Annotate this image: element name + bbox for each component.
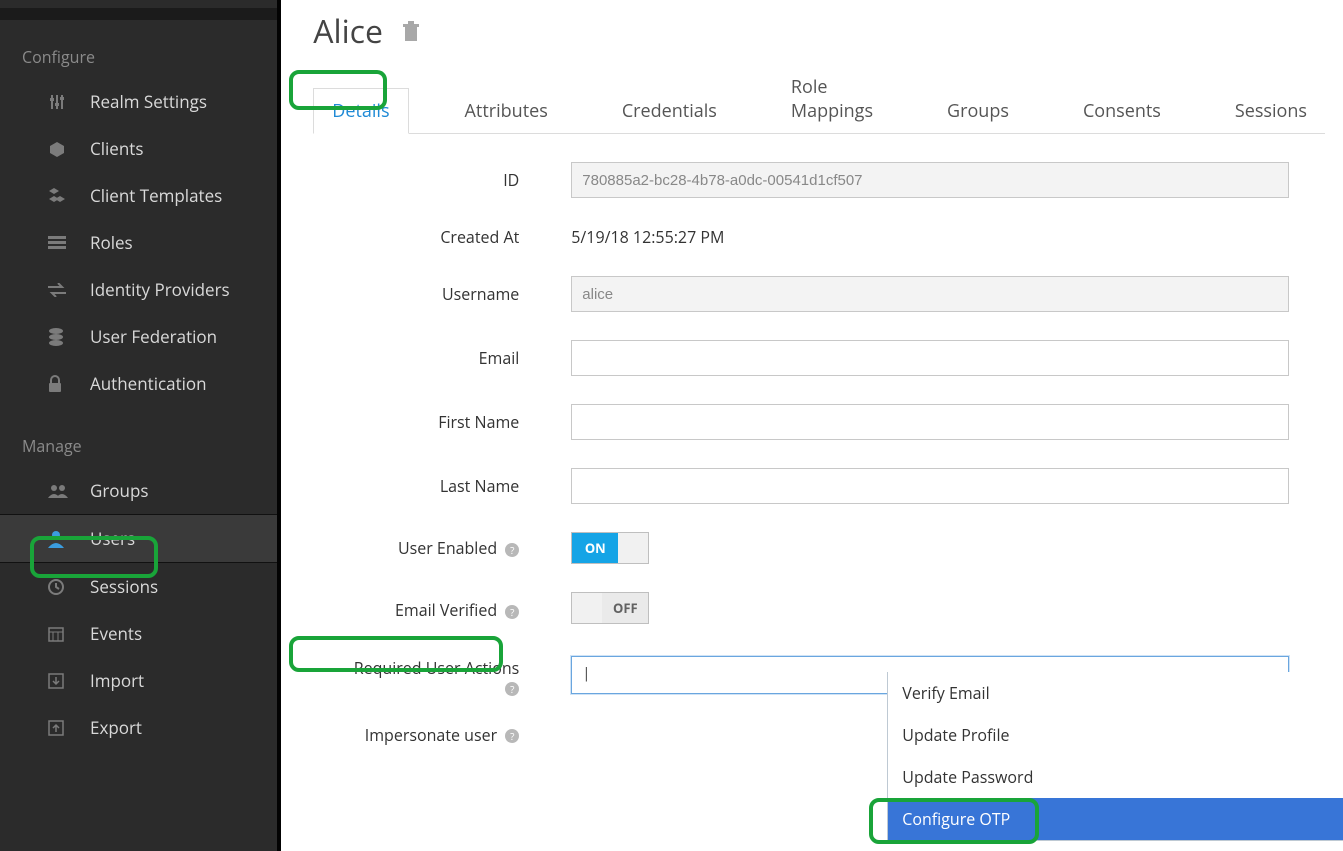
- sidebar-item-export[interactable]: Export: [0, 704, 277, 751]
- tab-attributes[interactable]: Attributes: [447, 89, 566, 133]
- tab-sessions[interactable]: Sessions: [1217, 89, 1325, 133]
- dropdown-item-configure-otp[interactable]: Configure OTP: [888, 798, 1343, 840]
- sidebar-item-roles[interactable]: Roles: [0, 219, 277, 266]
- help-icon[interactable]: ?: [505, 543, 519, 557]
- sidebar-item-label: Client Templates: [90, 184, 222, 207]
- sidebar-item-import[interactable]: Import: [0, 657, 277, 704]
- field-email[interactable]: [571, 340, 1289, 376]
- tab-credentials[interactable]: Credentials: [604, 89, 735, 133]
- field-first-name[interactable]: [571, 404, 1289, 440]
- calendar-icon: [48, 626, 70, 642]
- database-icon: [48, 328, 70, 346]
- sidebar-item-authentication[interactable]: Authentication: [0, 360, 277, 407]
- trash-icon[interactable]: [401, 21, 421, 43]
- label-email: Email: [313, 347, 529, 369]
- help-icon[interactable]: ?: [505, 605, 519, 619]
- main-content: Alice Details Attributes Credentials Rol…: [281, 0, 1343, 851]
- sidebar-item-label: Groups: [90, 479, 148, 502]
- sidebar-item-clients[interactable]: Clients: [0, 125, 277, 172]
- sidebar-item-label: Authentication: [90, 372, 207, 395]
- sidebar-section-configure: Configure: [0, 40, 277, 78]
- sidebar-item-label: Roles: [90, 231, 133, 254]
- toggle-handle: [572, 593, 602, 623]
- dropdown-item-verify-email[interactable]: Verify Email: [888, 672, 1343, 714]
- sidebar-item-label: Events: [90, 622, 142, 645]
- sidebar-item-label: Sessions: [90, 575, 158, 598]
- sidebar: Configure Realm Settings Clients Client …: [0, 0, 281, 851]
- sidebar-item-identity-providers[interactable]: Identity Providers: [0, 266, 277, 313]
- sidebar-topstrip: [0, 8, 277, 20]
- label-created: Created At: [313, 226, 529, 248]
- sidebar-item-label: Realm Settings: [90, 90, 207, 113]
- lock-icon: [48, 375, 70, 393]
- sidebar-item-label: Import: [90, 669, 144, 692]
- toggle-email-verified[interactable]: OFF: [571, 592, 649, 624]
- sidebar-item-label: Export: [90, 716, 142, 739]
- exchange-icon: [48, 283, 70, 297]
- label-first-name: First Name: [313, 411, 529, 433]
- tab-role-mappings[interactable]: Role Mappings: [773, 65, 891, 133]
- field-last-name[interactable]: [571, 468, 1289, 504]
- clock-icon: [48, 579, 70, 595]
- sidebar-item-users[interactable]: Users: [0, 514, 277, 563]
- sidebar-item-realm-settings[interactable]: Realm Settings: [0, 78, 277, 125]
- dropdown-item-update-password[interactable]: Update Password: [888, 756, 1343, 798]
- tab-consents[interactable]: Consents: [1065, 89, 1179, 133]
- label-email-verified: Email Verified ?: [313, 599, 529, 621]
- import-icon: [48, 673, 70, 689]
- export-icon: [48, 720, 70, 736]
- label-required-actions-text: Required User Actions: [354, 657, 520, 679]
- label-required-actions: Required User Actions ?: [313, 656, 529, 696]
- group-icon: [48, 484, 70, 498]
- help-icon[interactable]: ?: [505, 729, 519, 743]
- sidebar-item-label: Identity Providers: [90, 278, 230, 301]
- sliders-icon: [48, 93, 70, 111]
- sidebar-item-label: User Federation: [90, 325, 217, 348]
- user-icon: [48, 530, 70, 548]
- sidebar-item-client-templates[interactable]: Client Templates: [0, 172, 277, 219]
- field-username[interactable]: [571, 276, 1289, 312]
- tabs: Details Attributes Credentials Role Mapp…: [313, 65, 1325, 134]
- sidebar-section-manage: Manage: [0, 429, 277, 467]
- toggle-user-enabled[interactable]: ON: [571, 532, 649, 564]
- required-actions-dropdown: Verify Email Update Profile Update Passw…: [887, 672, 1343, 841]
- toggle-handle: [618, 533, 648, 563]
- sidebar-item-groups[interactable]: Groups: [0, 467, 277, 514]
- help-icon[interactable]: ?: [505, 682, 519, 696]
- label-impersonate: Impersonate user ?: [313, 724, 529, 746]
- label-user-enabled-text: User Enabled: [398, 537, 497, 559]
- tab-groups[interactable]: Groups: [929, 89, 1027, 133]
- label-impersonate-text: Impersonate user: [365, 724, 497, 746]
- sidebar-item-sessions[interactable]: Sessions: [0, 563, 277, 610]
- page-title: Alice: [313, 10, 383, 53]
- label-id: ID: [313, 169, 529, 191]
- cubes-icon: [48, 188, 70, 204]
- sidebar-item-user-federation[interactable]: User Federation: [0, 313, 277, 360]
- value-created: 5/19/18 12:55:27 PM: [571, 226, 724, 248]
- list-icon: [48, 236, 70, 250]
- field-id: [571, 162, 1289, 198]
- sidebar-item-label: Users: [90, 527, 135, 550]
- label-last-name: Last Name: [313, 475, 529, 497]
- toggle-off-label: OFF: [602, 593, 648, 623]
- toggle-on-label: ON: [572, 533, 618, 563]
- cube-icon: [48, 140, 70, 158]
- tab-details[interactable]: Details: [313, 88, 408, 134]
- label-username: Username: [313, 283, 529, 305]
- label-email-verified-text: Email Verified: [395, 599, 497, 621]
- dropdown-item-update-profile[interactable]: Update Profile: [888, 714, 1343, 756]
- label-user-enabled: User Enabled ?: [313, 537, 529, 559]
- sidebar-item-events[interactable]: Events: [0, 610, 277, 657]
- sidebar-item-label: Clients: [90, 137, 143, 160]
